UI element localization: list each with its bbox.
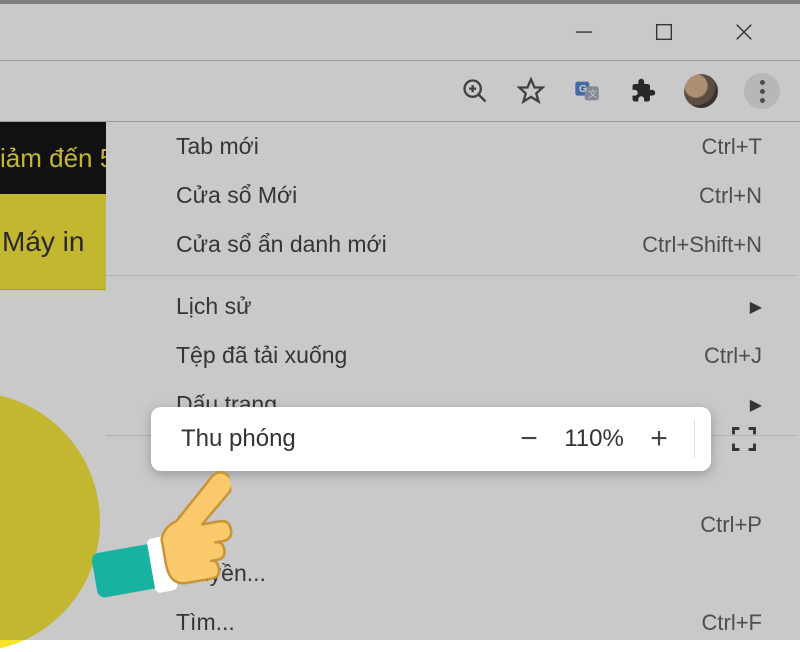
menu-label: Lịch sử [176, 293, 251, 320]
svg-text:文: 文 [588, 88, 597, 99]
zoom-control-highlight: Thu phóng − 110% + [151, 407, 711, 471]
window-titlebar [0, 4, 800, 60]
tutorial-pointer-hand-icon [74, 432, 249, 611]
promo-banner-yellow: Máy in [0, 194, 106, 290]
maximize-button[interactable] [652, 20, 676, 44]
divider [694, 420, 695, 458]
menu-shortcut: Ctrl+J [704, 343, 762, 369]
svg-text:G: G [579, 83, 587, 95]
fullscreen-icon[interactable] [730, 425, 758, 458]
browser-toolbar: G 文 [0, 60, 800, 122]
menu-shortcut: Ctrl+F [702, 610, 763, 636]
chevron-right-icon: ▶ [750, 297, 762, 317]
zoom-in-button[interactable]: + [634, 424, 684, 454]
translate-icon[interactable]: G 文 [572, 76, 602, 106]
extensions-icon[interactable] [628, 76, 658, 106]
menu-item-history[interactable]: Lịch sử ▶ [106, 282, 796, 331]
menu-label: Cửa sổ ẩn danh mới [176, 231, 387, 258]
menu-separator [106, 275, 796, 276]
zoom-value: 110% [554, 425, 634, 453]
close-button[interactable] [732, 20, 756, 44]
menu-item-downloads[interactable]: Tệp đã tải xuống Ctrl+J [106, 331, 796, 380]
menu-item-new-tab[interactable]: Tab mới Ctrl+T [106, 122, 796, 171]
promo-banner-dark: iảm đến 5 [0, 122, 106, 194]
zoom-in-icon[interactable] [460, 76, 490, 106]
zoom-out-button[interactable]: − [504, 424, 554, 454]
menu-label: Tìm... [176, 609, 235, 636]
menu-shortcut: Ctrl+N [699, 183, 762, 209]
star-icon[interactable] [516, 76, 546, 106]
minimize-button[interactable] [572, 20, 596, 44]
menu-item-new-window[interactable]: Cửa sổ Mới Ctrl+N [106, 171, 796, 220]
kebab-menu-button[interactable] [744, 73, 780, 109]
profile-avatar[interactable] [684, 74, 718, 108]
page-content-strip: iảm đến 5 Máy in [0, 122, 106, 640]
menu-label: Cửa sổ Mới [176, 182, 297, 209]
menu-item-incognito[interactable]: Cửa sổ ẩn danh mới Ctrl+Shift+N [106, 220, 796, 269]
menu-label: Tệp đã tải xuống [176, 342, 347, 369]
menu-shortcut: Ctrl+Shift+N [642, 232, 762, 258]
menu-shortcut: Ctrl+T [702, 134, 763, 160]
menu-label: Tab mới [176, 133, 259, 160]
chevron-right-icon: ▶ [750, 395, 762, 415]
menu-shortcut: Ctrl+P [700, 512, 762, 538]
